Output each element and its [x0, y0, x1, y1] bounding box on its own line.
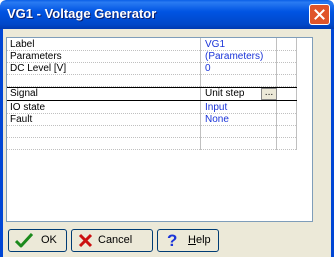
ok-button[interactable]: OK: [8, 229, 67, 252]
ok-label: OK: [41, 234, 57, 246]
property-value[interactable]: 0: [205, 63, 275, 75]
signal-value-editor[interactable]: Unit step: [203, 88, 262, 100]
property-row-io-state[interactable]: IO state Input: [7, 102, 297, 114]
cancel-label: Cancel: [98, 234, 133, 246]
help-label: Help: [188, 230, 211, 251]
property-value[interactable]: (Parameters): [205, 51, 275, 63]
property-name: Signal: [10, 88, 38, 99]
question-mark-icon: ?: [167, 231, 178, 250]
property-grid[interactable]: Label VG1 Parameters (Parameters) DC Lev…: [6, 37, 313, 222]
grid-line: [7, 149, 297, 150]
window-title: VG1 - Voltage Generator: [7, 6, 157, 21]
checkmark-icon: [15, 233, 33, 248]
property-name: DC Level [V]: [10, 63, 67, 74]
cross-icon: [78, 233, 93, 248]
help-accelerator: H: [188, 234, 196, 246]
property-value[interactable]: None: [205, 114, 275, 126]
property-row-dc-level[interactable]: DC Level [V] 0: [7, 63, 297, 75]
property-value[interactable]: Input: [205, 102, 275, 114]
property-name: Label: [10, 39, 35, 50]
help-button[interactable]: ? Help: [157, 229, 219, 252]
property-name: Parameters: [10, 51, 62, 62]
voltage-generator-dialog: VG1 - Voltage Generator Label VG1 Parame…: [0, 0, 334, 257]
property-name: Fault: [10, 114, 33, 125]
property-row-label[interactable]: Label VG1: [7, 39, 297, 51]
help-label-rest: elp: [195, 234, 211, 246]
property-row-fault[interactable]: Fault None: [7, 114, 297, 126]
title-bar[interactable]: VG1 - Voltage Generator: [0, 0, 334, 29]
property-row-parameters[interactable]: Parameters (Parameters): [7, 51, 297, 63]
grid-line: [7, 137, 297, 138]
property-name: IO state: [10, 102, 46, 113]
ellipsis-button[interactable]: ...: [261, 88, 277, 100]
property-value[interactable]: VG1: [205, 39, 275, 51]
cancel-button[interactable]: Cancel: [71, 229, 153, 252]
close-icon: [314, 9, 325, 20]
close-button[interactable]: [309, 4, 330, 25]
